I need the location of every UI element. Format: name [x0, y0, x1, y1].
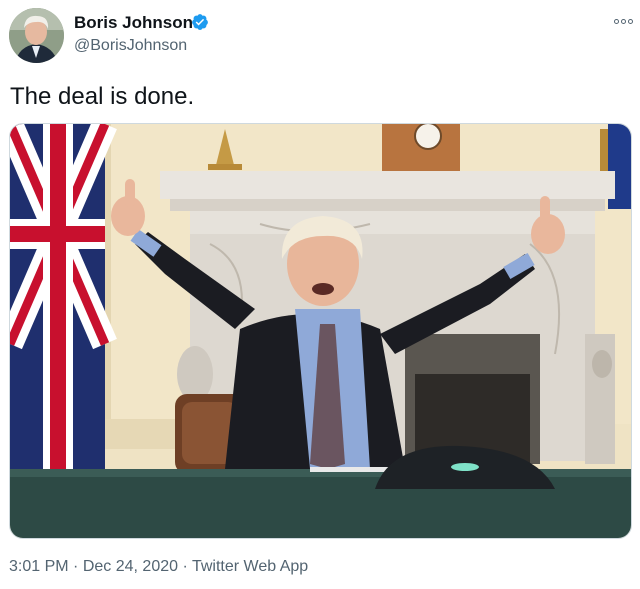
- tweet-time[interactable]: 3:01 PM: [9, 558, 69, 575]
- meta-separator: ·: [73, 558, 79, 575]
- meta-separator: ·: [182, 558, 188, 575]
- tweet-text: The deal is done.: [10, 83, 195, 110]
- avatar[interactable]: [9, 8, 64, 63]
- more-options-icon[interactable]: [612, 14, 634, 28]
- tweet-source-app[interactable]: Twitter Web App: [192, 558, 308, 575]
- tweet-photo[interactable]: [9, 123, 632, 539]
- tweet-metadata: 3:01 PM · Dec 24, 2020 · Twitter Web App: [9, 558, 308, 576]
- author-handle[interactable]: @BorisJohnson: [74, 37, 187, 55]
- author-name[interactable]: Boris Johnson: [74, 13, 193, 33]
- avatar-photo: [9, 8, 64, 63]
- tweet-date[interactable]: Dec 24, 2020: [83, 558, 178, 575]
- tweet-photo-image: [10, 124, 631, 538]
- tweet-card: Boris Johnson @BorisJohnson The deal is …: [0, 0, 640, 589]
- verified-badge-icon: [192, 14, 208, 30]
